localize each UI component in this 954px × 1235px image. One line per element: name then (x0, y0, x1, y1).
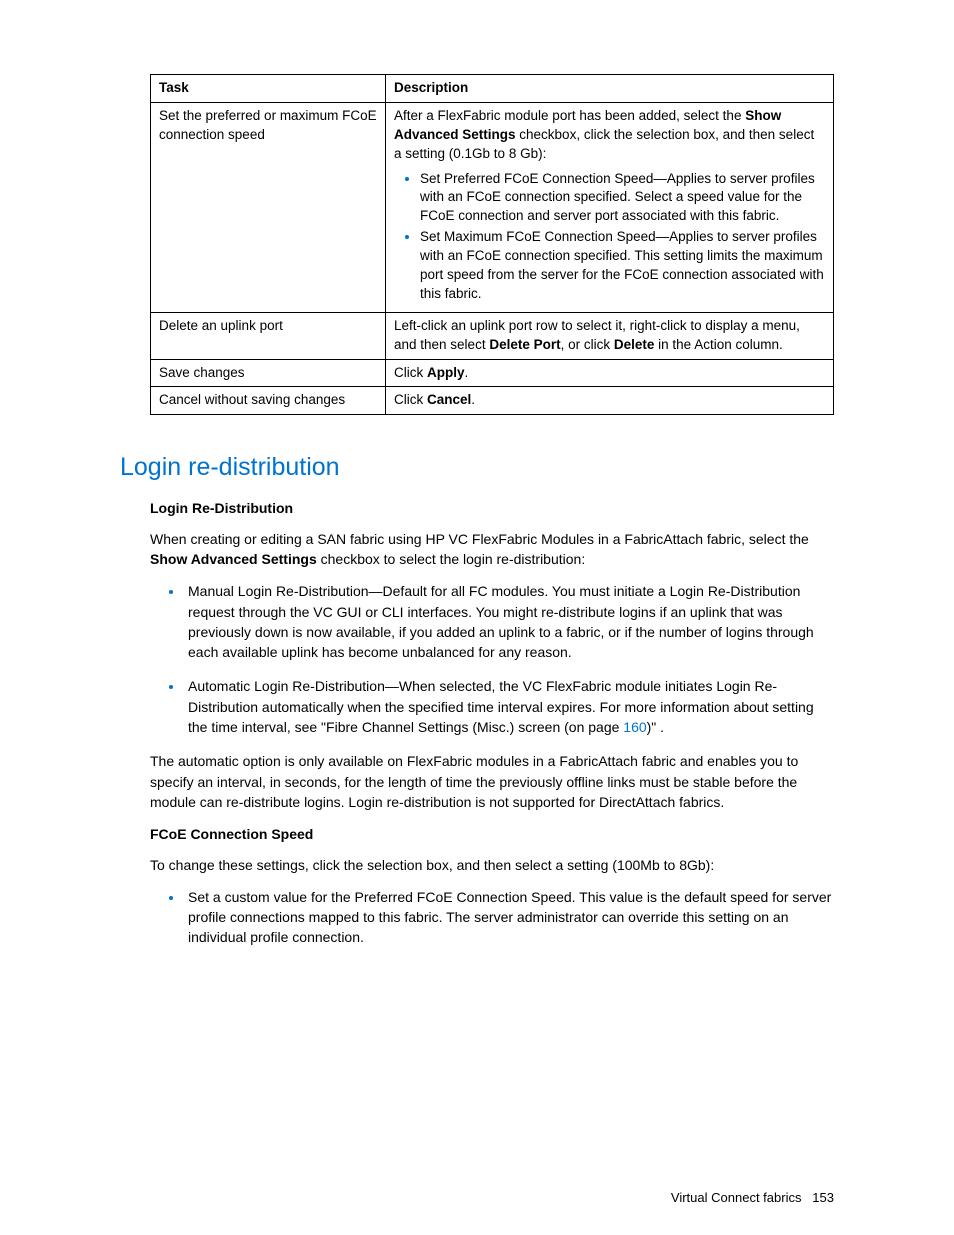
footer-page-number: 153 (812, 1190, 834, 1205)
list-item: Manual Login Re-Distribution—Default for… (184, 581, 834, 662)
task-cell: Set the preferred or maximum FCoE connec… (151, 102, 386, 312)
table-row: Save changes Click Apply. (151, 359, 834, 387)
task-cell: Cancel without saving changes (151, 387, 386, 415)
list-item: Set Preferred FCoE Connection Speed—Appl… (420, 170, 825, 229)
desc-cell: Left-click an uplink port row to select … (386, 312, 834, 359)
task-cell: Save changes (151, 359, 386, 387)
body-content: Login Re-Distribution When creating or e… (150, 498, 834, 947)
page-footer: Virtual Connect fabrics 153 (671, 1190, 834, 1205)
paragraph: When creating or editing a SAN fabric us… (150, 529, 834, 570)
list-item: Set Maximum FCoE Connection Speed—Applie… (420, 228, 825, 306)
task-table: Task Description Set the preferred or ma… (150, 74, 834, 415)
bullet-list: Set a custom value for the Preferred FCo… (150, 887, 834, 948)
subheading: Login Re-Distribution (150, 498, 834, 518)
page-ref-link[interactable]: 160 (623, 719, 646, 735)
subheading: FCoE Connection Speed (150, 824, 834, 844)
desc-bullets: Set Preferred FCoE Connection Speed—Appl… (394, 170, 825, 306)
header-task: Task (151, 75, 386, 103)
list-item: Set a custom value for the Preferred FCo… (184, 887, 834, 948)
footer-section: Virtual Connect fabrics (671, 1190, 802, 1205)
list-item: Automatic Login Re-Distribution—When sel… (184, 676, 834, 737)
paragraph: The automatic option is only available o… (150, 751, 834, 812)
table-row: Delete an uplink port Left-click an upli… (151, 312, 834, 359)
desc-cell: After a FlexFabric module port has been … (386, 102, 834, 312)
header-description: Description (386, 75, 834, 103)
paragraph: To change these settings, click the sele… (150, 855, 834, 875)
table-row: Set the preferred or maximum FCoE connec… (151, 102, 834, 312)
desc-cell: Click Apply. (386, 359, 834, 387)
bullet-list: Manual Login Re-Distribution—Default for… (150, 581, 834, 737)
desc-cell: Click Cancel. (386, 387, 834, 415)
table-row: Cancel without saving changes Click Canc… (151, 387, 834, 415)
section-heading: Login re-distribution (120, 453, 834, 482)
page: Task Description Set the preferred or ma… (0, 0, 954, 1235)
task-cell: Delete an uplink port (151, 312, 386, 359)
